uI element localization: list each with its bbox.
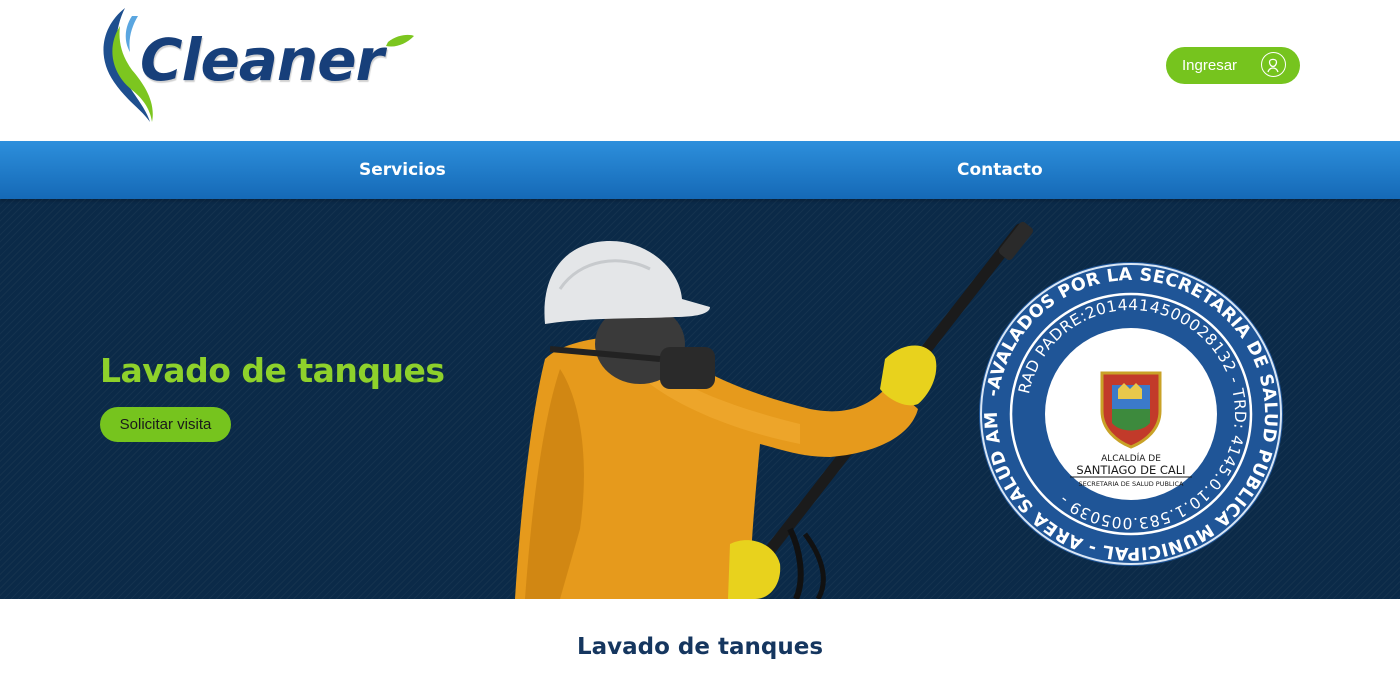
hero-title: Lavado de tanques [100,351,445,390]
health-seal-badge: -AVALADOS POR LA SECRETARIA DE SALUD PUB… [978,261,1283,566]
login-label: Ingresar [1182,57,1238,74]
hero-banner: Lavado de tanques Solicitar visita -AVAL… [0,199,1400,599]
login-button[interactable]: Ingresar [1166,47,1300,84]
request-visit-button[interactable]: Solicitar visita [100,407,231,442]
section-title: Lavado de tanques [576,634,824,660]
main-nav: Servicios Contacto [0,141,1400,199]
user-icon [1261,52,1286,77]
nav-item-servicios[interactable]: Servicios [359,141,446,199]
site-header: Cleaner Ingresar [0,0,1400,141]
worker-illustration [515,221,1034,599]
seal-line-2: SANTIAGO DE CALI [1076,463,1185,477]
logo-text: Cleaner [140,26,384,94]
nav-item-contacto[interactable]: Contacto [957,141,1043,199]
seal-line-3: SECRETARIA DE SALUD PUBLICA [1079,480,1184,488]
cleaner-logo[interactable]: Cleaner [98,4,418,126]
